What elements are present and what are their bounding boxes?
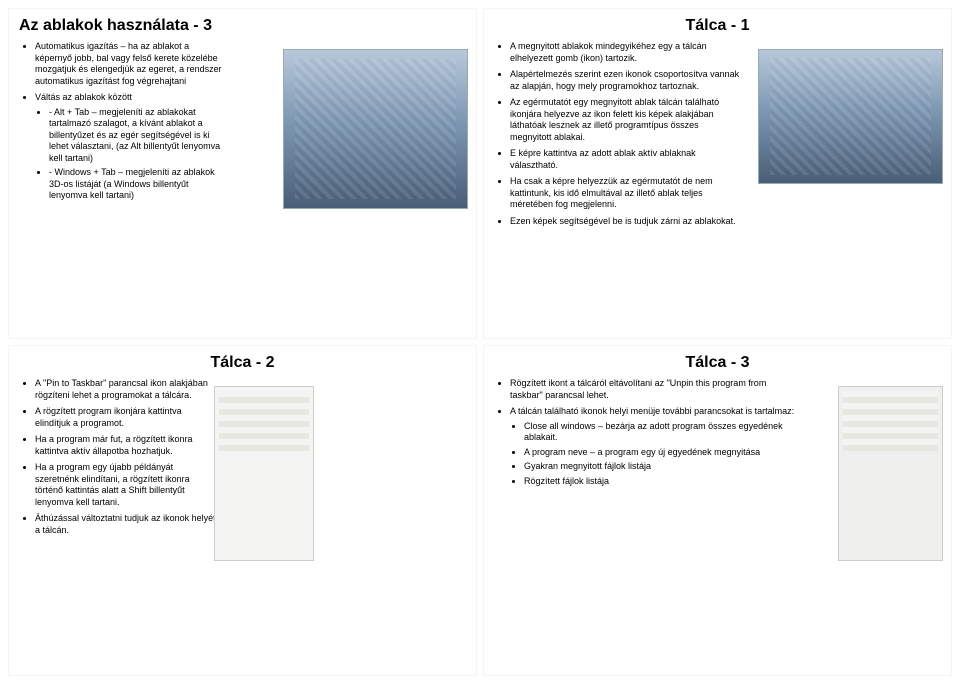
screenshot-thumbnail [283,49,468,209]
slide-talca-2: Tálca - 2 A "Pin to Taskbar" parancsal i… [8,345,477,676]
list-item: - Alt + Tab – megjeleníti az ablakokat t… [49,107,225,165]
list-item: Rögzített fájlok listája [524,476,798,488]
bullet-list: Automatikus igazítás – ha az ablakot a k… [19,41,225,202]
list-item: A "Pin to Taskbar" parancsal ikon alakjá… [35,378,216,401]
jump-list-thumbnail [838,386,943,561]
list-item: Váltás az ablakok között - Alt + Tab – m… [35,92,225,202]
list-item: Ha csak a képre helyezzük az egérmutatót… [510,176,740,211]
list-item: Az egérmutatót egy megnyitott ablak tálc… [510,97,740,143]
list-item: A megnyitott ablakok mindegyikéhez egy a… [510,41,740,64]
bullet-column: Rögzített ikont a tálcáról eltávolítani … [494,378,798,487]
list-item: Ha a program már fut, a rögzített ikonra… [35,434,216,457]
context-menu-thumbnail [214,386,314,561]
list-item: E képre kattintva az adott ablak aktív a… [510,148,740,171]
list-item: - Windows + Tab – megjeleníti az ablakok… [49,167,225,202]
bullet-list: Rögzített ikont a tálcáról eltávolítani … [494,378,798,487]
list-item: Áthúzással változtatni tudjuk az ikonok … [35,513,216,536]
list-item: Gyakran megnyitott fájlok listája [524,461,798,473]
slide-title: Tálca - 2 [19,354,466,372]
bullet-column: A "Pin to Taskbar" parancsal ikon alakjá… [19,378,216,536]
slide-title: Tálca - 3 [494,354,941,372]
list-item: Automatikus igazítás – ha az ablakot a k… [35,41,225,87]
bullet-column: A megnyitott ablakok mindegyikéhez egy a… [494,41,740,227]
bullet-list: A megnyitott ablakok mindegyikéhez egy a… [494,41,740,227]
list-item: Close all windows – bezárja az adott pro… [524,421,798,444]
sub-list: Close all windows – bezárja az adott pro… [510,421,798,488]
list-item: A rögzített program ikonjára kattintva e… [35,406,216,429]
list-item: A tálcán található ikonok helyi menüje t… [510,406,798,487]
list-item: Alapértelmezés szerint ezen ikonok csopo… [510,69,740,92]
list-item-text: Váltás az ablakok között [35,92,132,102]
screenshot-thumbnail [758,49,943,184]
sub-list: - Alt + Tab – megjeleníti az ablakokat t… [35,107,225,202]
list-item: Rögzített ikont a tálcáról eltávolítani … [510,378,798,401]
bullet-list: A "Pin to Taskbar" parancsal ikon alakjá… [19,378,216,536]
list-item: A program neve – a program egy új egyedé… [524,447,798,459]
slide-title: Tálca - 1 [494,17,941,35]
list-item: Ezen képek segítségével be is tudjuk zár… [510,216,740,228]
slide-talca-1: Tálca - 1 A megnyitott ablakok mindegyik… [483,8,952,339]
bullet-column: Automatikus igazítás – ha az ablakot a k… [19,41,225,202]
slide-ablakok-3: Az ablakok használata - 3 Automatikus ig… [8,8,477,339]
slide-title: Az ablakok használata - 3 [19,17,466,35]
list-item-text: A tálcán található ikonok helyi menüje t… [510,406,794,416]
slide-talca-3: Tálca - 3 Rögzített ikont a tálcáról elt… [483,345,952,676]
list-item: Ha a program egy újabb példányát szeretn… [35,462,216,508]
